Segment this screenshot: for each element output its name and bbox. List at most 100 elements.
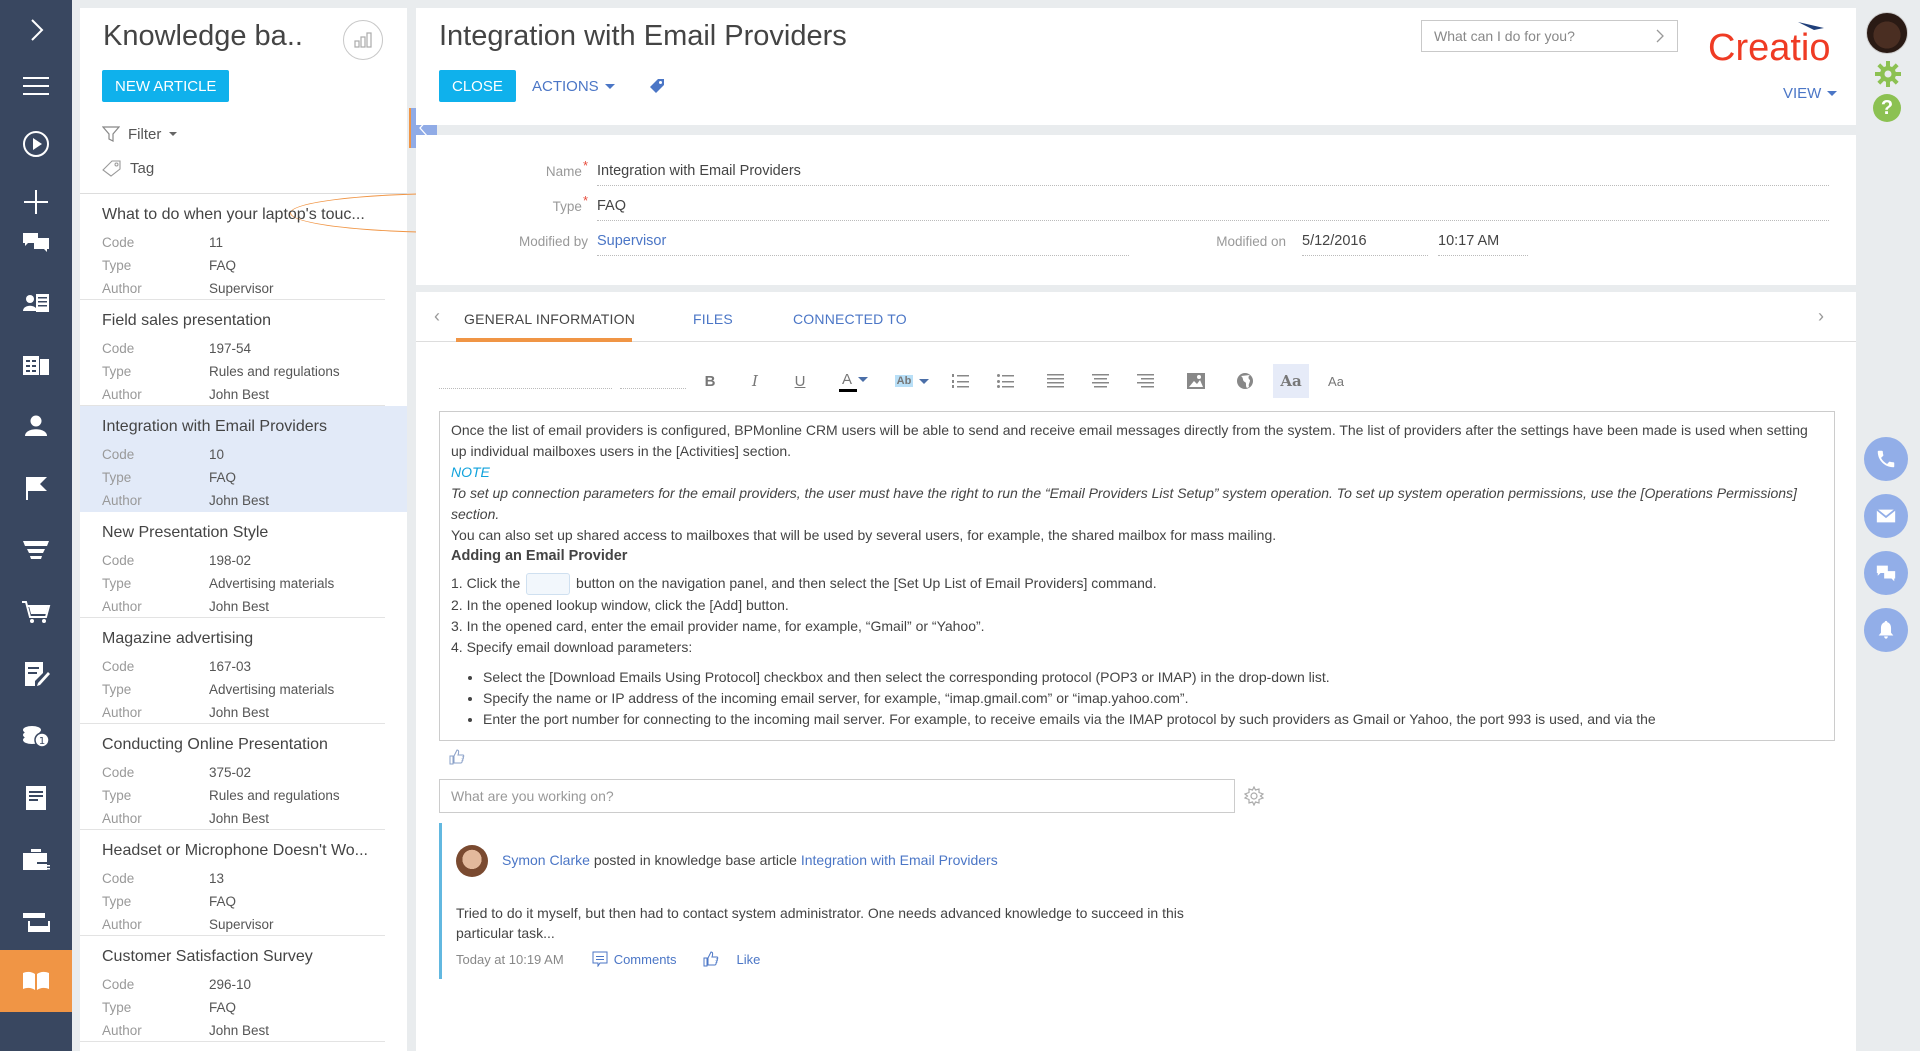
font-size-select[interactable] bbox=[620, 388, 686, 389]
align-right-button[interactable] bbox=[1129, 364, 1163, 398]
modified-on-date[interactable]: 5/12/2016 bbox=[1302, 226, 1428, 256]
nav-documents-button[interactable] bbox=[0, 770, 72, 826]
like-post-button[interactable]: Like bbox=[703, 951, 760, 967]
image-icon bbox=[1187, 373, 1205, 389]
chat-button[interactable] bbox=[1864, 551, 1908, 595]
feed-post-input[interactable]: What are you working on? bbox=[439, 779, 1235, 813]
type-select[interactable]: FAQ bbox=[597, 191, 1829, 221]
filter-button[interactable]: Filter bbox=[102, 125, 178, 143]
article-title: Magazine advertising bbox=[102, 630, 254, 647]
post-author-link[interactable]: Symon Clarke bbox=[502, 852, 590, 868]
nav-contracts-button[interactable] bbox=[0, 646, 72, 702]
paragraph-intro: Once the list of email providers is conf… bbox=[451, 422, 1808, 459]
numbered-list-icon bbox=[952, 374, 969, 388]
article-title: Headset or Microphone Doesn't Wo... bbox=[102, 842, 368, 859]
nav-users-button[interactable] bbox=[0, 398, 72, 454]
article-code-value: 296-10 bbox=[209, 977, 252, 992]
notifications-button[interactable] bbox=[1864, 608, 1908, 652]
insert-link-button[interactable] bbox=[1228, 364, 1262, 398]
article-author-label: Author bbox=[102, 493, 142, 508]
nav-feed-button[interactable] bbox=[0, 214, 72, 270]
article-editor[interactable]: Once the list of email providers is conf… bbox=[439, 411, 1835, 741]
article-type-value: Rules and regulations bbox=[209, 364, 340, 379]
nav-projects-button[interactable] bbox=[0, 832, 72, 888]
tab-general-information[interactable]: GENERAL INFORMATION bbox=[464, 311, 635, 327]
nav-leads-button[interactable] bbox=[0, 522, 72, 578]
article-code-label: Code bbox=[102, 765, 135, 780]
actions-menu-button[interactable]: ACTIONS bbox=[532, 78, 615, 95]
list-item[interactable]: Magazine advertising Code 167-03 Type Advert… bbox=[80, 618, 385, 724]
list-item[interactable]: Integration with Email Providers Code 10 Ty… bbox=[80, 406, 407, 512]
post-author-avatar[interactable] bbox=[456, 845, 488, 877]
call-button[interactable] bbox=[1864, 437, 1908, 481]
list-item[interactable]: Conducting Online Presentation Code 375-02… bbox=[80, 724, 385, 830]
bold-button[interactable]: B bbox=[693, 364, 727, 398]
nav-contacts-button[interactable] bbox=[0, 276, 72, 332]
modified-on-field: Modified on 5/12/2016 10:17 AM bbox=[1206, 226, 1528, 256]
align-center-button[interactable] bbox=[1084, 364, 1118, 398]
modified-on-time[interactable]: 10:17 AM bbox=[1438, 226, 1528, 256]
align-left-button[interactable] bbox=[1039, 364, 1073, 398]
article-author-value: John Best bbox=[209, 387, 270, 402]
analytics-view-button[interactable] bbox=[343, 20, 383, 60]
feed-settings-button[interactable] bbox=[1243, 785, 1265, 811]
comments-button[interactable]: Comments bbox=[592, 951, 677, 967]
tag-button[interactable] bbox=[648, 77, 666, 100]
tab-connected-to[interactable]: CONNECTED TO bbox=[793, 311, 907, 327]
chevron-down-icon bbox=[858, 376, 868, 382]
like-article-button[interactable] bbox=[449, 749, 465, 770]
list-item[interactable]: What to do when your laptop's touc... Cod… bbox=[80, 194, 385, 300]
article-type-label: Type bbox=[102, 576, 132, 591]
source-view-button[interactable]: Aa bbox=[1273, 364, 1309, 398]
list-item[interactable]: Field sales presentation Code 197-54 Type Ru… bbox=[80, 300, 385, 406]
user-avatar[interactable] bbox=[1866, 12, 1908, 54]
nav-orders-button[interactable] bbox=[0, 584, 72, 640]
nav-expand-button[interactable] bbox=[0, 2, 72, 58]
tabs-scroll-left[interactable]: ‹ bbox=[434, 306, 440, 327]
highlight-color-button[interactable]: Ab bbox=[888, 364, 936, 398]
email-button[interactable] bbox=[1864, 494, 1908, 538]
nav-dashboards-button[interactable] bbox=[0, 894, 72, 950]
insert-image-button[interactable] bbox=[1179, 364, 1213, 398]
modified-by-label: Modified by bbox=[518, 233, 588, 249]
name-label: Name* bbox=[545, 157, 588, 179]
funnel-icon bbox=[23, 541, 49, 559]
close-button[interactable]: CLOSE bbox=[439, 70, 516, 102]
nav-invoices-button[interactable]: 1 bbox=[0, 708, 72, 764]
chevron-right-icon[interactable] bbox=[1655, 28, 1665, 44]
name-input[interactable]: Integration with Email Providers bbox=[597, 156, 1829, 186]
italic-button[interactable]: I bbox=[738, 364, 772, 398]
font-family-select[interactable] bbox=[439, 388, 612, 389]
post-target-link[interactable]: Integration with Email Providers bbox=[801, 852, 998, 868]
font-color-button[interactable]: A bbox=[831, 364, 879, 398]
list-item[interactable]: New Presentation Style Code 198-02 Type Adve… bbox=[80, 512, 385, 618]
article-author-label: Author bbox=[102, 599, 142, 614]
article-author-row: Author John Best bbox=[102, 595, 363, 618]
tabs-scroll-right[interactable]: › bbox=[1818, 306, 1824, 327]
article-title: Customer Satisfaction Survey bbox=[102, 948, 313, 965]
article-code-row: Code 167-03 bbox=[102, 655, 363, 678]
article-code-value: 10 bbox=[209, 447, 225, 462]
nav-accounts-button[interactable] bbox=[0, 338, 72, 394]
underline-button[interactable]: U bbox=[783, 364, 817, 398]
article-author-label: Author bbox=[102, 1023, 142, 1038]
article-type-row: Type Advertising materials bbox=[102, 572, 363, 595]
nav-menu-button[interactable] bbox=[0, 58, 72, 114]
nav-activities-button[interactable] bbox=[0, 460, 72, 516]
assistant-input[interactable]: What can I do for you? bbox=[1421, 20, 1678, 52]
bullet-list-button[interactable] bbox=[989, 364, 1023, 398]
list-item[interactable]: Customer Satisfaction Survey Code 296-10 Ty… bbox=[80, 936, 385, 1042]
modified-by-link[interactable]: Supervisor bbox=[597, 226, 1129, 256]
help-button[interactable]: ? bbox=[1873, 94, 1901, 122]
view-menu-button[interactable]: VIEW bbox=[1783, 85, 1838, 102]
tag-filter-button[interactable]: Tag bbox=[102, 159, 154, 177]
settings-button[interactable] bbox=[1874, 60, 1902, 93]
nav-processes-button[interactable] bbox=[0, 116, 72, 172]
plain-text-button[interactable]: Aa bbox=[1319, 364, 1353, 398]
tab-files[interactable]: FILES bbox=[693, 311, 733, 327]
hamburger-icon bbox=[23, 77, 49, 95]
new-article-button[interactable]: NEW ARTICLE bbox=[102, 70, 230, 102]
list-item[interactable]: Headset or Microphone Doesn't Wo... Code 1… bbox=[80, 830, 385, 936]
numbered-list-button[interactable] bbox=[944, 364, 978, 398]
nav-knowledge-base-button[interactable] bbox=[0, 950, 72, 1012]
